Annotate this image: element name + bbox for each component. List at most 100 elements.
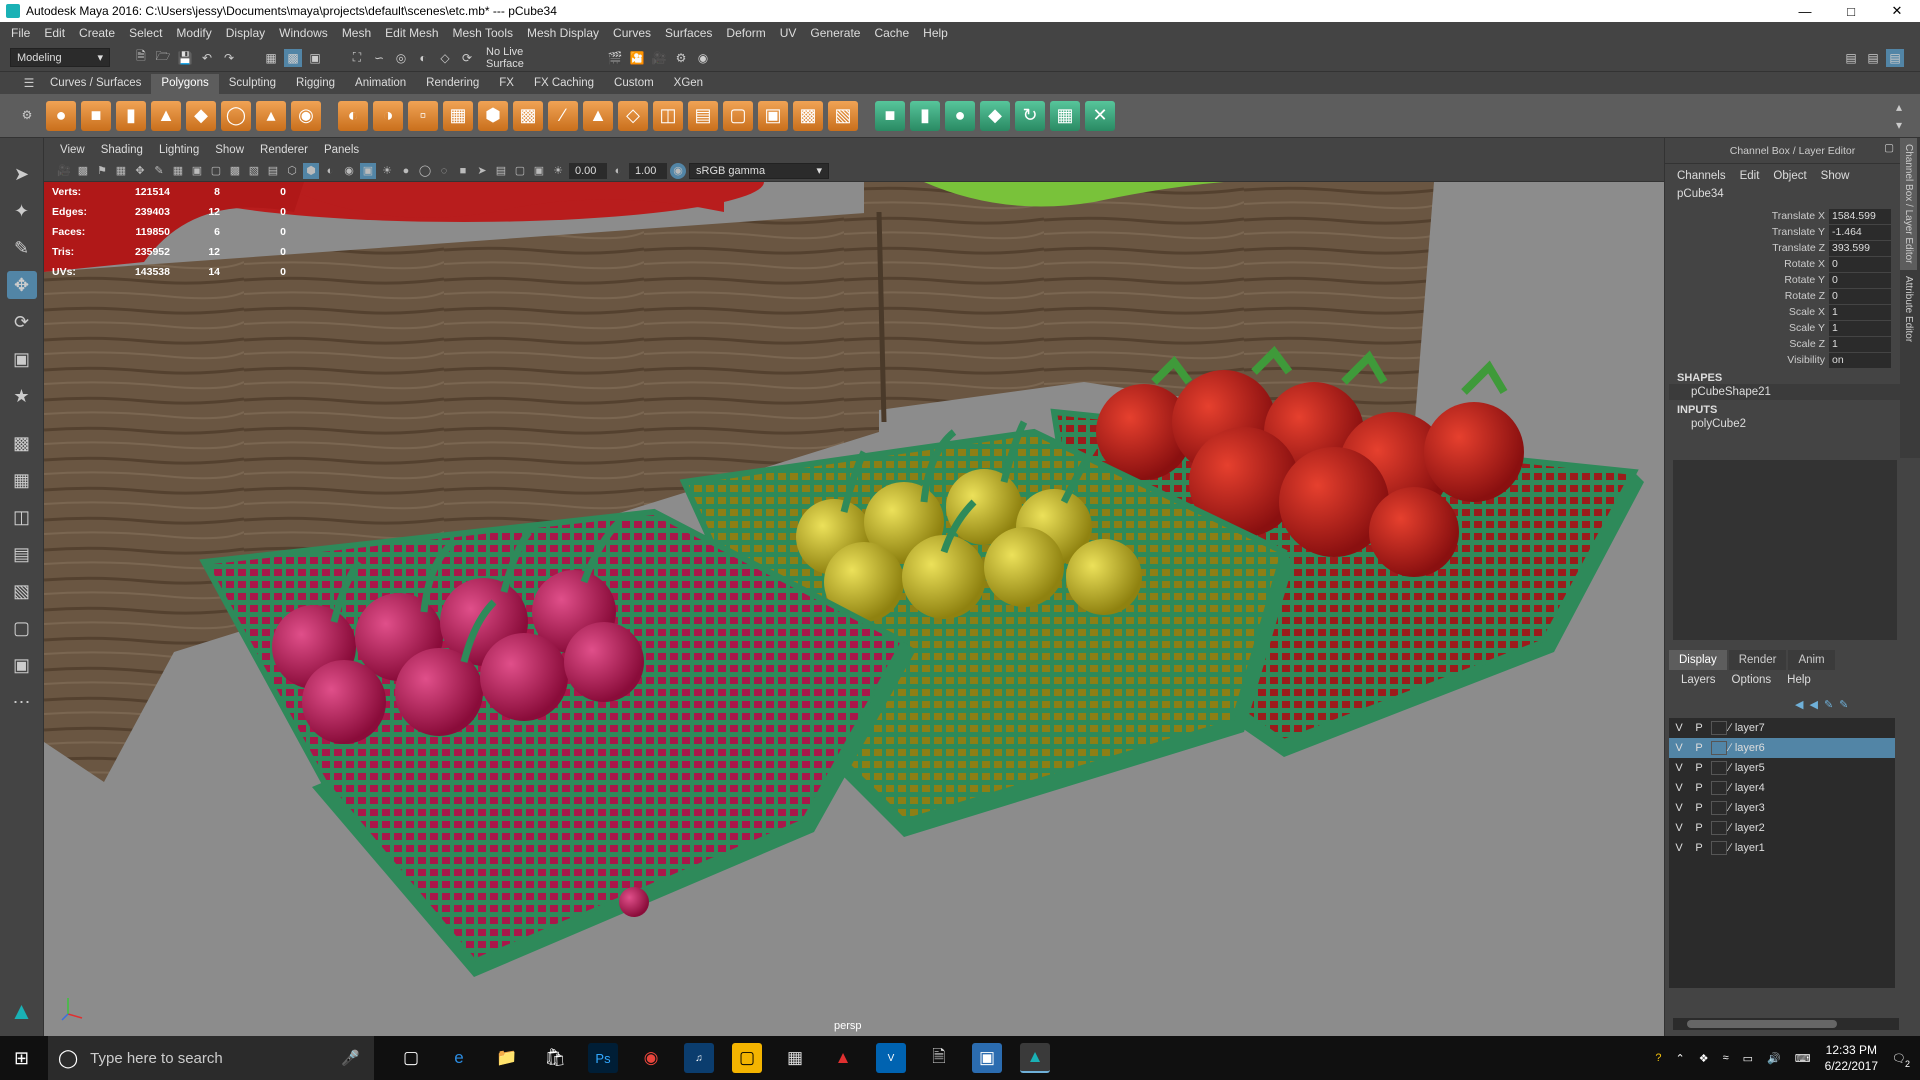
xray-icon[interactable]: ◉ bbox=[341, 163, 357, 179]
use-all-lights-icon[interactable]: ☀ bbox=[379, 163, 395, 179]
panel-menu-show[interactable]: Show bbox=[207, 144, 252, 156]
save-scene-icon[interactable]: 💾 bbox=[176, 49, 194, 67]
select-by-component-icon[interactable]: ▣ bbox=[306, 49, 324, 67]
tab-animation[interactable]: Animation bbox=[345, 74, 416, 94]
music-app-icon[interactable]: ♫ bbox=[684, 1043, 714, 1073]
shadows-icon[interactable]: ● bbox=[398, 163, 414, 179]
tab-fx-caching[interactable]: FX Caching bbox=[524, 74, 604, 94]
grease-pencil-icon[interactable]: ✎ bbox=[151, 163, 167, 179]
input-node-item[interactable]: polyCube2 bbox=[1669, 416, 1916, 432]
menu-curves[interactable]: Curves bbox=[606, 26, 658, 40]
windows-start-icon[interactable]: ⊞ bbox=[14, 1048, 29, 1069]
persp-outliner-layout-icon[interactable]: ◫ bbox=[7, 503, 37, 531]
maximize-button[interactable]: □ bbox=[1828, 0, 1874, 22]
task-view-icon[interactable]: ▢ bbox=[396, 1043, 426, 1073]
xray-active-components-icon[interactable]: ▢ bbox=[512, 163, 528, 179]
fill-hole-icon[interactable]: ▧ bbox=[828, 100, 858, 131]
shelf-menu-icon[interactable]: ☰ bbox=[20, 74, 38, 92]
tab-anim[interactable]: Anim bbox=[1788, 650, 1835, 670]
panel-menu-view[interactable]: View bbox=[52, 144, 93, 156]
automatic-uv-icon[interactable]: ◆ bbox=[980, 100, 1010, 131]
le-menu-help[interactable]: Help bbox=[1787, 674, 1811, 686]
channel-value-field[interactable]: 1 bbox=[1829, 320, 1891, 336]
menu-windows[interactable]: Windows bbox=[272, 26, 335, 40]
channel-value-field[interactable]: 1 bbox=[1829, 304, 1891, 320]
screen-space-ao-icon[interactable]: ◯ bbox=[417, 163, 433, 179]
file-explorer-icon[interactable]: 📁 bbox=[492, 1043, 522, 1073]
spherical-uv-icon[interactable]: ● bbox=[945, 100, 975, 131]
outliner-persp-layout-icon[interactable]: ▣ bbox=[7, 651, 37, 679]
menu-mesh[interactable]: Mesh bbox=[335, 26, 378, 40]
exposure-field[interactable]: 0.00 bbox=[569, 162, 607, 179]
poly-sphere-icon[interactable]: ● bbox=[46, 100, 76, 131]
gate-mask-icon[interactable]: ▩ bbox=[227, 163, 243, 179]
render-settings-icon[interactable]: ⚙ bbox=[672, 49, 690, 67]
extract-icon[interactable]: ▫ bbox=[408, 100, 438, 131]
make-live-icon[interactable]: ⟳ bbox=[458, 49, 476, 67]
move-layer-up-icon[interactable]: ◀ bbox=[1795, 698, 1803, 711]
poly-plane-icon[interactable]: ◆ bbox=[186, 100, 216, 131]
smooth-icon[interactable]: ▦ bbox=[443, 100, 473, 131]
render-current-icon[interactable]: 🎦 bbox=[628, 49, 646, 67]
xray-joints-icon[interactable]: ▤ bbox=[493, 163, 509, 179]
view-transform-dropdown[interactable]: sRGB gamma ▾ bbox=[689, 162, 829, 179]
playback-toggle[interactable]: P bbox=[1689, 782, 1709, 794]
cb-menu-edit[interactable]: Edit bbox=[1740, 170, 1760, 182]
single-perspective-layout-icon[interactable]: ▩ bbox=[7, 429, 37, 457]
field-chart-icon[interactable]: ▧ bbox=[246, 163, 262, 179]
bookmark-icon[interactable]: ⚑ bbox=[94, 163, 110, 179]
layer-row[interactable]: V P ∕ layer2 bbox=[1669, 818, 1895, 838]
undo-icon[interactable]: ↶ bbox=[198, 49, 216, 67]
chrome-icon[interactable]: ◉ bbox=[636, 1043, 666, 1073]
playback-toggle[interactable]: P bbox=[1689, 842, 1709, 854]
hypershade-icon[interactable]: ◉ bbox=[694, 49, 712, 67]
booleans-icon[interactable]: ⬢ bbox=[478, 100, 508, 131]
layer-row[interactable]: V P ∕ layer5 bbox=[1669, 758, 1895, 778]
channel-value-field[interactable]: 0 bbox=[1829, 272, 1891, 288]
help-icon[interactable]: ? bbox=[1655, 1052, 1661, 1064]
perspective-viewport[interactable]: Verts: 121514 8 0 Edges: 239403 12 0 Faces: 119… bbox=[44, 182, 1664, 1036]
safe-action-icon[interactable]: ▤ bbox=[265, 163, 281, 179]
menu-edit-mesh[interactable]: Edit Mesh bbox=[378, 26, 445, 40]
maya-taskbar-icon[interactable]: ▲ bbox=[1020, 1043, 1050, 1073]
wireframe-on-shaded-icon[interactable]: ◐ bbox=[322, 163, 338, 179]
wifi-icon[interactable]: ≈ bbox=[1723, 1052, 1729, 1064]
sticky-notes-icon[interactable]: ▢ bbox=[732, 1043, 762, 1073]
create-empty-layer-icon[interactable]: ✎ bbox=[1824, 698, 1833, 711]
vudu-icon[interactable]: V bbox=[876, 1043, 906, 1073]
cb-menu-show[interactable]: Show bbox=[1821, 170, 1850, 182]
menu-modify[interactable]: Modify bbox=[169, 26, 218, 40]
taskbar-search[interactable]: ◯ Type here to search 🎤 bbox=[48, 1036, 374, 1080]
tab-xgen[interactable]: XGen bbox=[664, 74, 713, 94]
shelf-scroll-up-icon[interactable]: ▴ bbox=[1890, 98, 1908, 116]
selected-object-name[interactable]: pCube34 bbox=[1665, 188, 1920, 206]
cb-menu-object[interactable]: Object bbox=[1773, 170, 1806, 182]
move-layer-down-icon[interactable]: ◀ bbox=[1809, 698, 1817, 711]
layer-row[interactable]: V P ∕ layer1 bbox=[1669, 838, 1895, 858]
shelf-settings-icon[interactable]: ⚙ bbox=[18, 106, 36, 124]
cb-menu-channels[interactable]: Channels bbox=[1677, 170, 1726, 182]
poly-cube-icon[interactable]: ■ bbox=[81, 100, 111, 131]
menu-help[interactable]: Help bbox=[916, 26, 955, 40]
channel-row[interactable]: Scale Z 1 bbox=[1665, 336, 1920, 352]
exposure-icon[interactable]: ☀ bbox=[550, 163, 566, 179]
layer-color-swatch[interactable] bbox=[1711, 721, 1727, 735]
backface-culling-icon[interactable]: ▣ bbox=[531, 163, 547, 179]
panel-menu-panels[interactable]: Panels bbox=[316, 144, 367, 156]
persp-graph-layout-icon[interactable]: ▤ bbox=[7, 540, 37, 568]
channel-row[interactable]: Scale X 1 bbox=[1665, 304, 1920, 320]
target-weld-icon[interactable]: ▣ bbox=[758, 100, 788, 131]
visibility-toggle[interactable]: V bbox=[1669, 762, 1689, 774]
menu-display[interactable]: Display bbox=[219, 26, 272, 40]
2d-pan-zoom-icon[interactable]: ✥ bbox=[132, 163, 148, 179]
playback-toggle[interactable]: P bbox=[1689, 722, 1709, 734]
camera-attributes-icon[interactable]: ▩ bbox=[75, 163, 91, 179]
menu-cache[interactable]: Cache bbox=[867, 26, 916, 40]
battery-icon[interactable]: ▭ bbox=[1743, 1052, 1753, 1065]
layer-color-swatch[interactable] bbox=[1711, 741, 1727, 755]
scrollbar-thumb[interactable] bbox=[1687, 1020, 1837, 1028]
uv-editor-icon[interactable]: ▦ bbox=[1050, 100, 1080, 131]
separate-icon[interactable]: ◑ bbox=[373, 100, 403, 131]
select-camera-icon[interactable]: 🎥 bbox=[56, 163, 72, 179]
open-scene-icon[interactable]: 🗁 bbox=[154, 49, 172, 67]
